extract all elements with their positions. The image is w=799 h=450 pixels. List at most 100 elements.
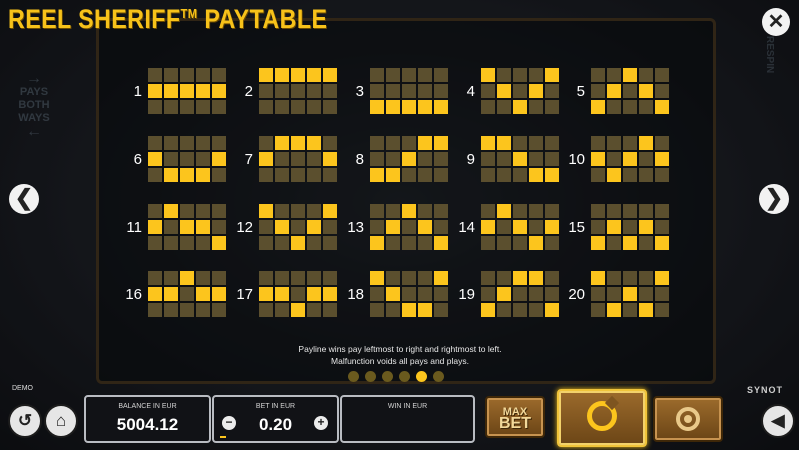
- payline-cell: [591, 168, 605, 182]
- balance-value: 5004.12: [116, 415, 179, 434]
- payline-cell: [434, 168, 448, 182]
- payline-cell: [545, 236, 559, 250]
- chevron-right-icon[interactable]: ❯: [759, 184, 789, 214]
- payline-cell-active: [164, 84, 178, 98]
- page-title: REEL SHERIFFTM PAYTABLE: [8, 4, 327, 35]
- payline-cell: [418, 84, 432, 98]
- page-dot[interactable]: [416, 371, 427, 382]
- payline-cell: [418, 204, 432, 218]
- payline-cell: [180, 152, 194, 166]
- payline-number: 17: [236, 286, 253, 303]
- payline-cell: [275, 84, 289, 98]
- payline-number: 10: [568, 151, 585, 168]
- bet-increase-button[interactable]: +: [314, 416, 328, 430]
- payline-cell: [513, 136, 527, 150]
- payline-cell-active: [307, 287, 321, 301]
- speaker-icon[interactable]: ◀: [761, 404, 795, 438]
- payline-cell: [639, 168, 653, 182]
- payline-cell: [623, 168, 637, 182]
- back-arrow-icon[interactable]: ↺: [8, 404, 42, 438]
- payline-cell: [386, 68, 400, 82]
- page-dot[interactable]: [365, 371, 376, 382]
- payline-cell: [639, 287, 653, 301]
- payline-cell-active: [370, 168, 384, 182]
- payline-cell-active: [639, 220, 653, 234]
- page-dot[interactable]: [348, 371, 359, 382]
- payline-diagram: [259, 271, 337, 317]
- payline-cell: [513, 236, 527, 250]
- chevron-left-icon[interactable]: ❮: [9, 184, 39, 214]
- bet-label: BET IN EUR: [255, 403, 296, 410]
- payline-cell: [291, 168, 305, 182]
- page-indicator: [348, 371, 444, 382]
- autospin-button[interactable]: [653, 396, 723, 442]
- payline-cell: [275, 236, 289, 250]
- payline-cell: [402, 287, 416, 301]
- payline-cell: [212, 303, 226, 317]
- payline-number: 15: [568, 219, 585, 236]
- payline-cell: [529, 136, 543, 150]
- payline-number: 9: [466, 151, 475, 168]
- payline-cell-active: [607, 303, 621, 317]
- payline-diagram: [370, 204, 448, 250]
- payline-cell: [307, 303, 321, 317]
- payline-cell: [259, 303, 273, 317]
- payline-cell-active: [513, 220, 527, 234]
- payline-cell: [370, 152, 384, 166]
- payline-cell: [591, 84, 605, 98]
- payline-cell: [402, 220, 416, 234]
- payline-number: 18: [347, 286, 364, 303]
- page-dot[interactable]: [433, 371, 444, 382]
- payline-cell: [196, 68, 210, 82]
- payline-cell: [148, 303, 162, 317]
- page-dot[interactable]: [399, 371, 410, 382]
- payline-cell-active: [497, 204, 511, 218]
- payline-cell: [481, 152, 495, 166]
- payline-cell: [497, 100, 511, 114]
- payline-cell-active: [591, 152, 605, 166]
- payline-cell-active: [434, 236, 448, 250]
- payline-cell-active: [386, 100, 400, 114]
- autospin-icon-center: [684, 415, 692, 423]
- payline-cell: [291, 204, 305, 218]
- payline-cell: [402, 271, 416, 285]
- payline-cell-active: [259, 68, 273, 82]
- payline-cell: [164, 152, 178, 166]
- payline-cell: [307, 152, 321, 166]
- payline-cell-active: [148, 84, 162, 98]
- footnote-line: Malfunction voids all pays and plays.: [331, 356, 469, 366]
- payline-cell: [607, 68, 621, 82]
- payline-cell: [370, 204, 384, 218]
- payline-number: 1: [133, 83, 142, 100]
- page-dot[interactable]: [382, 371, 393, 382]
- close-icon[interactable]: ✕: [762, 8, 790, 36]
- payline-cell-active: [591, 271, 605, 285]
- payline-cell-active: [307, 220, 321, 234]
- payline-diagram: [148, 136, 226, 182]
- payline-diagram: [481, 136, 559, 182]
- payline-cell-active: [481, 220, 495, 234]
- payline-cell: [402, 68, 416, 82]
- payline-cell: [386, 271, 400, 285]
- payline-cell: [545, 271, 559, 285]
- home-icon[interactable]: ⌂: [44, 404, 78, 438]
- payline-cell: [180, 303, 194, 317]
- payline-cell-active: [434, 136, 448, 150]
- payline-cell: [607, 204, 621, 218]
- payline-cell: [402, 136, 416, 150]
- payline-cell-active: [402, 303, 416, 317]
- payline-cell: [402, 84, 416, 98]
- payline-cell-active: [655, 100, 669, 114]
- payline-cell-active: [402, 204, 416, 218]
- payline-cell: [259, 168, 273, 182]
- payline-cell: [275, 152, 289, 166]
- payline-diagram: [259, 68, 337, 114]
- payline-cell-active: [623, 68, 637, 82]
- spin-button[interactable]: [557, 389, 647, 447]
- payline-cell: [497, 152, 511, 166]
- max-bet-button[interactable]: MAX BET: [485, 396, 545, 438]
- trademark-mark: TM: [180, 6, 198, 21]
- payline-cell: [212, 271, 226, 285]
- payline-cell: [196, 204, 210, 218]
- payline-cell: [196, 100, 210, 114]
